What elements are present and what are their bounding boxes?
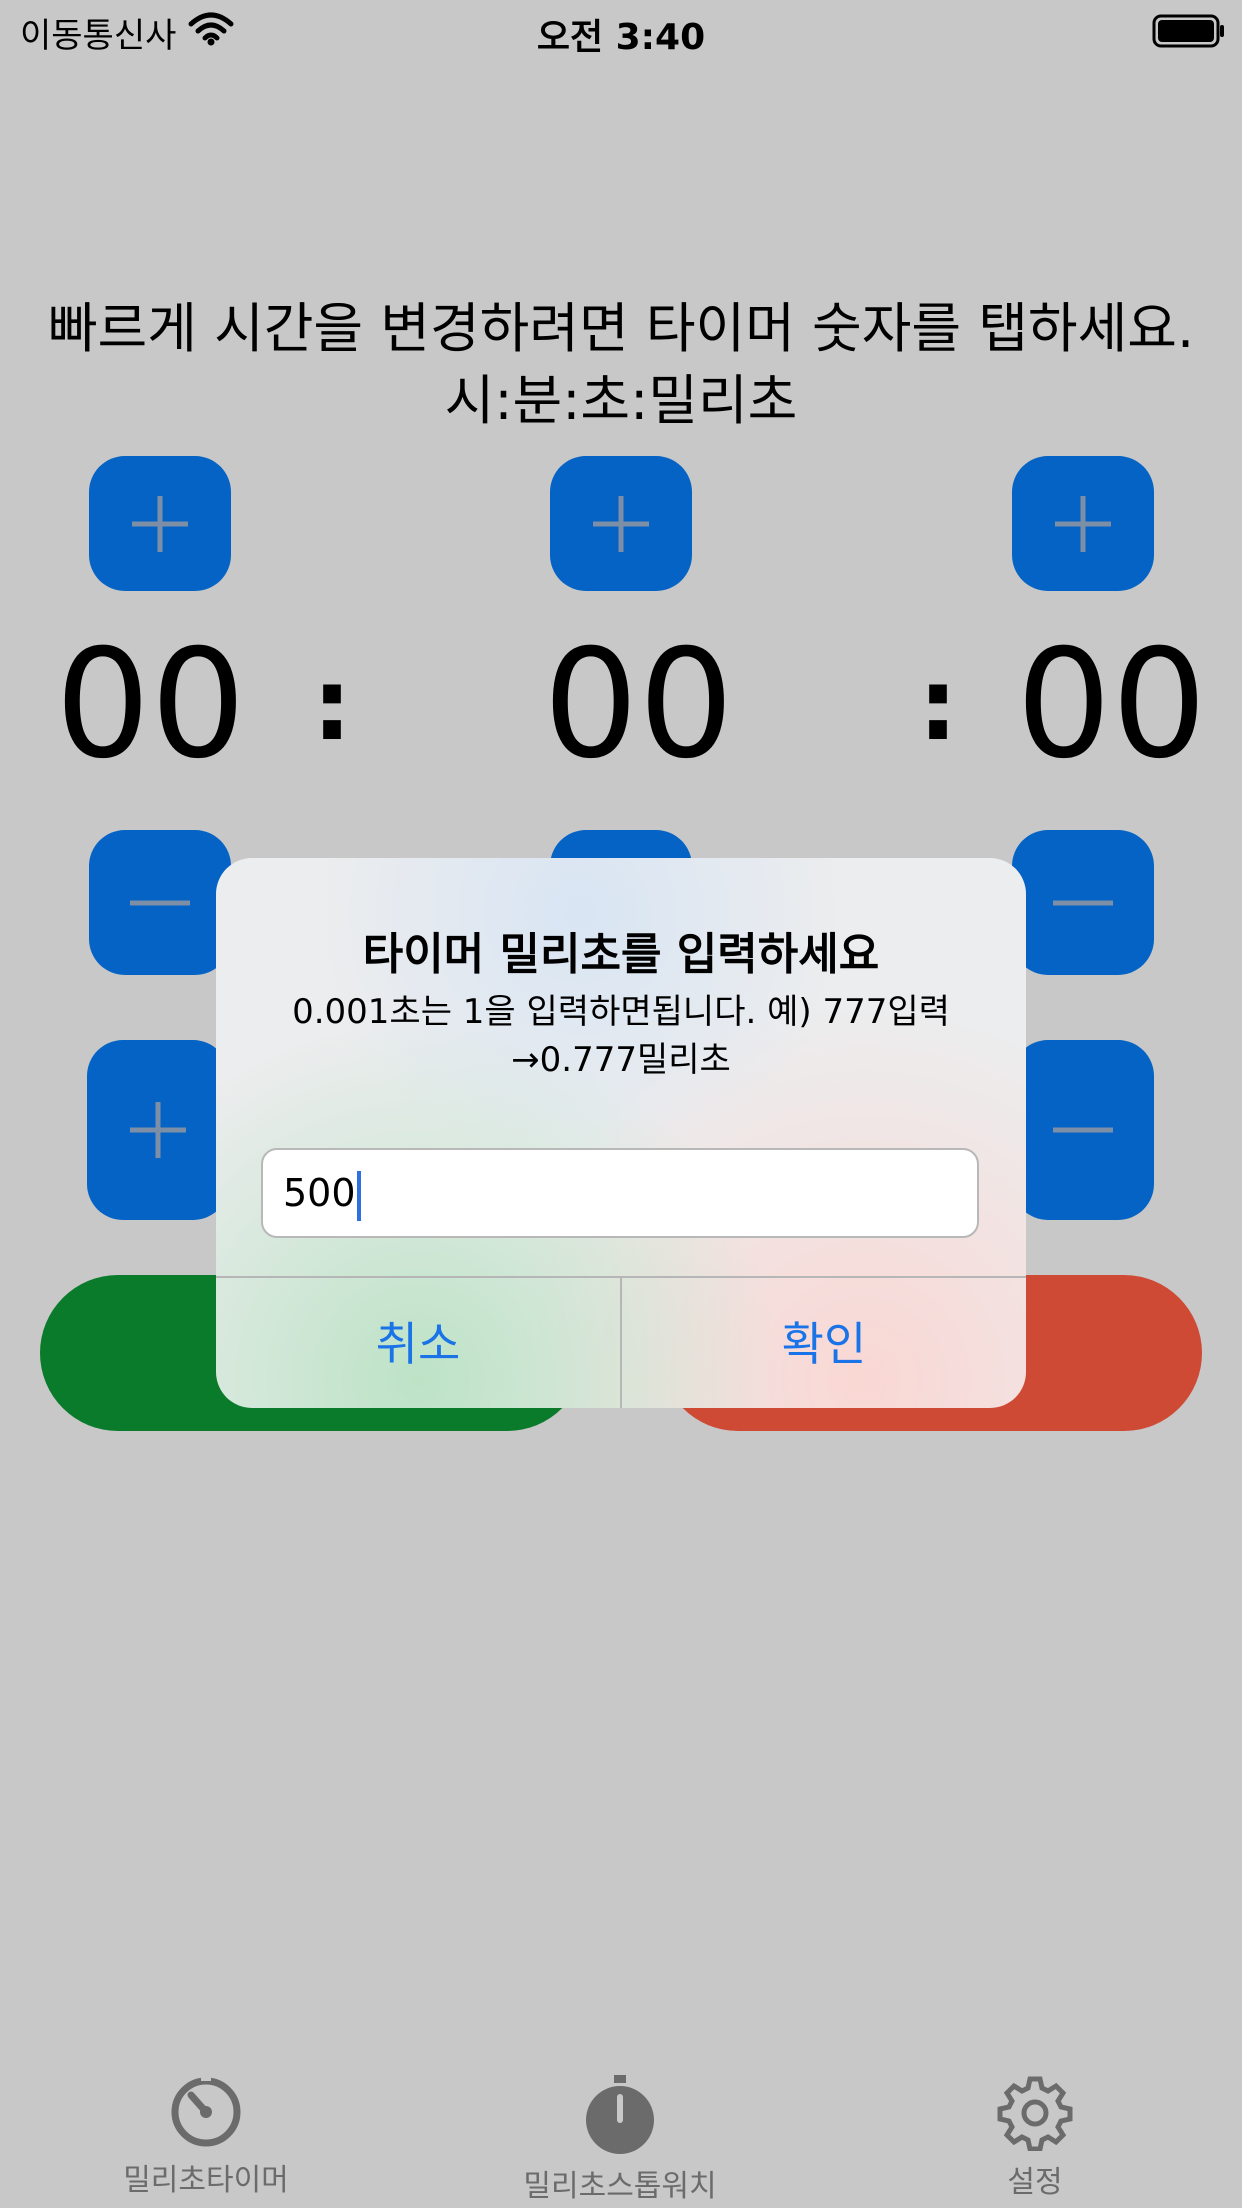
minus-icon xyxy=(1053,900,1113,905)
fine-decrement-button[interactable] xyxy=(1012,1040,1154,1220)
stopwatch-icon xyxy=(586,2075,654,2154)
dialog-message-line1: 0.001초는 1을 입력하면됩니다. 예) 777입력 xyxy=(292,992,950,1032)
status-time: 오전 3:40 xyxy=(536,17,706,58)
milliseconds-display[interactable]: 00 xyxy=(1016,620,1207,790)
milliseconds-input[interactable]: 500 xyxy=(261,1148,979,1238)
plus-icon xyxy=(132,495,188,552)
instruction-text: 빠르게 시간을 변경하려면 타이머 숫자를 탭하세요. xyxy=(47,297,1195,360)
tab-label: 밀리초스톱워치 xyxy=(523,2169,717,2204)
seconds-display[interactable]: 00 xyxy=(543,620,734,790)
confirm-button[interactable]: 확인 xyxy=(622,1278,1026,1408)
minutes-increment-button[interactable] xyxy=(89,456,231,591)
plus-icon xyxy=(1055,495,1111,552)
tab-label: 설정 xyxy=(1007,2165,1063,2200)
dialog-actions: 취소 확인 xyxy=(216,1276,1026,1408)
colon-separator: : xyxy=(312,646,352,763)
milliseconds-decrement-button[interactable] xyxy=(1012,830,1154,975)
minus-icon xyxy=(130,900,190,905)
minutes-decrement-button[interactable] xyxy=(89,830,231,975)
format-hint: 시:분:초:밀리초 xyxy=(444,369,798,432)
cancel-button[interactable]: 취소 xyxy=(216,1278,620,1408)
dialog-message: 0.001초는 1을 입력하면됩니다. 예) 777입력 →0.777밀리초 xyxy=(256,988,986,1084)
milliseconds-increment-button[interactable] xyxy=(1012,456,1154,591)
input-dialog: 타이머 밀리초를 입력하세요 0.001초는 1을 입력하면됩니다. 예) 77… xyxy=(216,858,1026,1408)
plus-icon xyxy=(130,1102,186,1158)
colon-separator: : xyxy=(918,646,958,763)
timer-icon xyxy=(171,2075,241,2147)
text-caret xyxy=(356,1170,361,1221)
dialog-message-line2: →0.777밀리초 xyxy=(511,1040,731,1080)
tab-millisecond-stopwatch[interactable]: 밀리초스톱워치 xyxy=(470,2075,770,2205)
fine-increment-button[interactable] xyxy=(87,1040,229,1220)
gear-icon xyxy=(997,2076,1073,2151)
tab-millisecond-timer[interactable]: 밀리초타이머 xyxy=(56,2075,356,2199)
seconds-increment-button[interactable] xyxy=(550,456,692,591)
plus-icon xyxy=(593,495,649,552)
input-value: 500 xyxy=(283,1171,356,1215)
status-bar: 이동통신사 오전 3:40 xyxy=(0,0,1242,60)
minus-icon xyxy=(1053,1127,1113,1133)
minutes-display[interactable]: 00 xyxy=(55,620,246,790)
tab-label: 밀리초타이머 xyxy=(123,2163,289,2198)
tab-settings[interactable]: 설정 xyxy=(885,2075,1185,2201)
battery-icon xyxy=(1152,14,1226,52)
dialog-title: 타이머 밀리초를 입력하세요 xyxy=(362,929,880,980)
